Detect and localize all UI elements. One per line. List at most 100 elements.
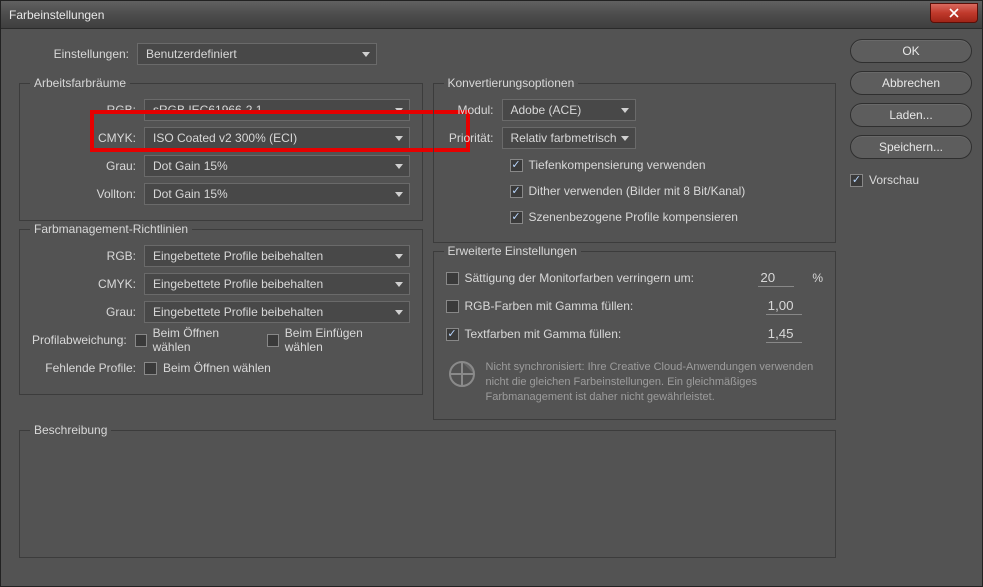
chevron-down-icon [621,136,629,141]
preview-row: Vorschau [850,173,972,187]
rgb-gamma-label: RGB-Farben mit Gamma füllen: [465,299,634,313]
policy-rgb-select[interactable]: Eingebettete Profile beibehalten [144,245,410,267]
chevron-down-icon [362,52,370,57]
policies-group: Farbmanagement-Richtlinien RGB: Eingebet… [19,229,423,395]
color-settings-dialog: Farbeinstellungen Einstellungen: Benutze… [0,0,983,587]
settings-select[interactable]: Benutzerdefiniert [137,43,377,65]
engine-row: Modul: Adobe (ACE) [446,96,824,124]
gray-label: Grau: [32,159,144,173]
intent-row: Priorität: Relativ farbmetrisch [446,124,824,152]
close-button[interactable] [930,3,978,23]
policy-cmyk-select[interactable]: Eingebettete Profile beibehalten [144,273,410,295]
preview-checkbox[interactable] [850,174,863,187]
mismatch-label: Profilabweichung: [32,333,135,347]
load-button[interactable]: Laden... [850,103,972,127]
cmyk-select[interactable]: ISO Coated v2 300% (ECI) [144,127,410,149]
dither-label: Dither verwenden (Bilder mit 8 Bit/Kanal… [529,184,746,198]
side-buttons: OK Abbrechen Laden... Speichern... Vorsc… [850,39,972,576]
workspaces-title: Arbeitsfarbräume [30,76,130,90]
description-group: Beschreibung [19,430,836,558]
mismatch-open-checkbox[interactable] [135,334,147,347]
intent-label: Priorität: [446,131,502,145]
desat-label: Sättigung der Monitorfarben verringern u… [465,271,694,285]
chevron-down-icon [395,282,403,287]
policy-cmyk-label: CMYK: [32,277,144,291]
cancel-button[interactable]: Abbrechen [850,71,972,95]
sync-text: Nicht synchronisiert: Ihre Creative Clou… [486,360,822,405]
conversion-group: Konvertierungsoptionen Modul: Adobe (ACE… [433,83,837,243]
rgb-gamma-checkbox[interactable] [446,300,459,313]
engine-select[interactable]: Adobe (ACE) [502,99,636,121]
chevron-down-icon [395,108,403,113]
bpc-checkbox[interactable] [510,159,523,172]
intent-value: Relativ farbmetrisch [511,131,617,145]
rgb-gamma-row: RGB-Farben mit Gamma füllen: [446,292,824,320]
missing-open-checkbox[interactable] [144,362,157,375]
spot-select[interactable]: Dot Gain 15% [144,183,410,205]
chevron-down-icon [621,108,629,113]
policy-rgb-row: RGB: Eingebettete Profile beibehalten [32,242,410,270]
text-gamma-label: Textfarben mit Gamma füllen: [465,327,622,341]
policy-gray-row: Grau: Eingebettete Profile beibehalten [32,298,410,326]
right-column: Konvertierungsoptionen Modul: Adobe (ACE… [433,75,837,420]
description-title: Beschreibung [30,423,111,437]
engine-value: Adobe (ACE) [511,103,582,117]
mismatch-paste-checkbox[interactable] [267,334,279,347]
text-gamma-input[interactable] [766,325,802,343]
mismatch-row: Profilabweichung: Beim Öffnen wählen Bei… [32,326,410,354]
desat-checkbox[interactable] [446,272,459,285]
chevron-down-icon [395,254,403,259]
cmyk-value: ISO Coated v2 300% (ECI) [153,131,297,145]
dither-checkbox[interactable] [510,185,523,198]
text-gamma-checkbox[interactable] [446,328,459,341]
chevron-down-icon [395,192,403,197]
mismatch-paste-label: Beim Einfügen wählen [285,326,392,354]
sync-info: Nicht synchronisiert: Ihre Creative Clou… [446,354,824,407]
window-title: Farbeinstellungen [9,8,104,22]
gray-row: Grau: Dot Gain 15% [32,152,410,180]
desat-input[interactable] [758,269,794,287]
policies-title: Farbmanagement-Richtlinien [30,222,192,236]
cmyk-label: CMYK: [32,131,144,145]
settings-value: Benutzerdefiniert [146,47,237,61]
rgb-label: RGB: [32,103,144,117]
rgb-gamma-input[interactable] [766,297,802,315]
policy-gray-label: Grau: [32,305,144,319]
policy-rgb-label: RGB: [32,249,144,263]
text-gamma-row: Textfarben mit Gamma füllen: [446,320,824,348]
rgb-value: sRGB IEC61966-2.1 [153,103,262,117]
spot-row: Vollton: Dot Gain 15% [32,180,410,208]
titlebar: Farbeinstellungen [1,1,982,29]
policy-cmyk-row: CMYK: Eingebettete Profile beibehalten [32,270,410,298]
workspaces-group: Arbeitsfarbräume RGB: sRGB IEC61966-2.1 … [19,83,423,221]
missing-label: Fehlende Profile: [32,361,144,375]
dither-row: Dither verwenden (Bilder mit 8 Bit/Kanal… [510,178,824,204]
mismatch-open-label: Beim Öffnen wählen [153,326,249,354]
rgb-row: RGB: sRGB IEC61966-2.1 [32,96,410,124]
columns: Arbeitsfarbräume RGB: sRGB IEC61966-2.1 … [19,75,836,420]
gray-value: Dot Gain 15% [153,159,228,173]
chevron-down-icon [395,136,403,141]
gray-select[interactable]: Dot Gain 15% [144,155,410,177]
scene-checkbox[interactable] [510,211,523,224]
engine-label: Modul: [446,103,502,117]
scene-row: Szenenbezogene Profile kompensieren [510,204,824,230]
desat-row: Sättigung der Monitorfarben verringern u… [446,264,824,292]
spot-value: Dot Gain 15% [153,187,228,201]
rgb-select[interactable]: sRGB IEC61966-2.1 [144,99,410,121]
conversion-title: Konvertierungsoptionen [444,76,579,90]
advanced-group: Erweiterte Einstellungen Sättigung der M… [433,251,837,420]
left-column: Arbeitsfarbräume RGB: sRGB IEC61966-2.1 … [19,75,423,420]
chevron-down-icon [395,310,403,315]
save-button[interactable]: Speichern... [850,135,972,159]
settings-label: Einstellungen: [19,47,129,61]
content-area: Einstellungen: Benutzerdefiniert Arbeits… [1,29,982,586]
ok-button[interactable]: OK [850,39,972,63]
intent-select[interactable]: Relativ farbmetrisch [502,127,636,149]
main-column: Einstellungen: Benutzerdefiniert Arbeits… [19,39,836,576]
bpc-row: Tiefenkompensierung verwenden [510,152,824,178]
not-synced-icon [448,360,476,388]
desat-unit: % [812,271,823,285]
policy-gray-select[interactable]: Eingebettete Profile beibehalten [144,301,410,323]
chevron-down-icon [395,164,403,169]
